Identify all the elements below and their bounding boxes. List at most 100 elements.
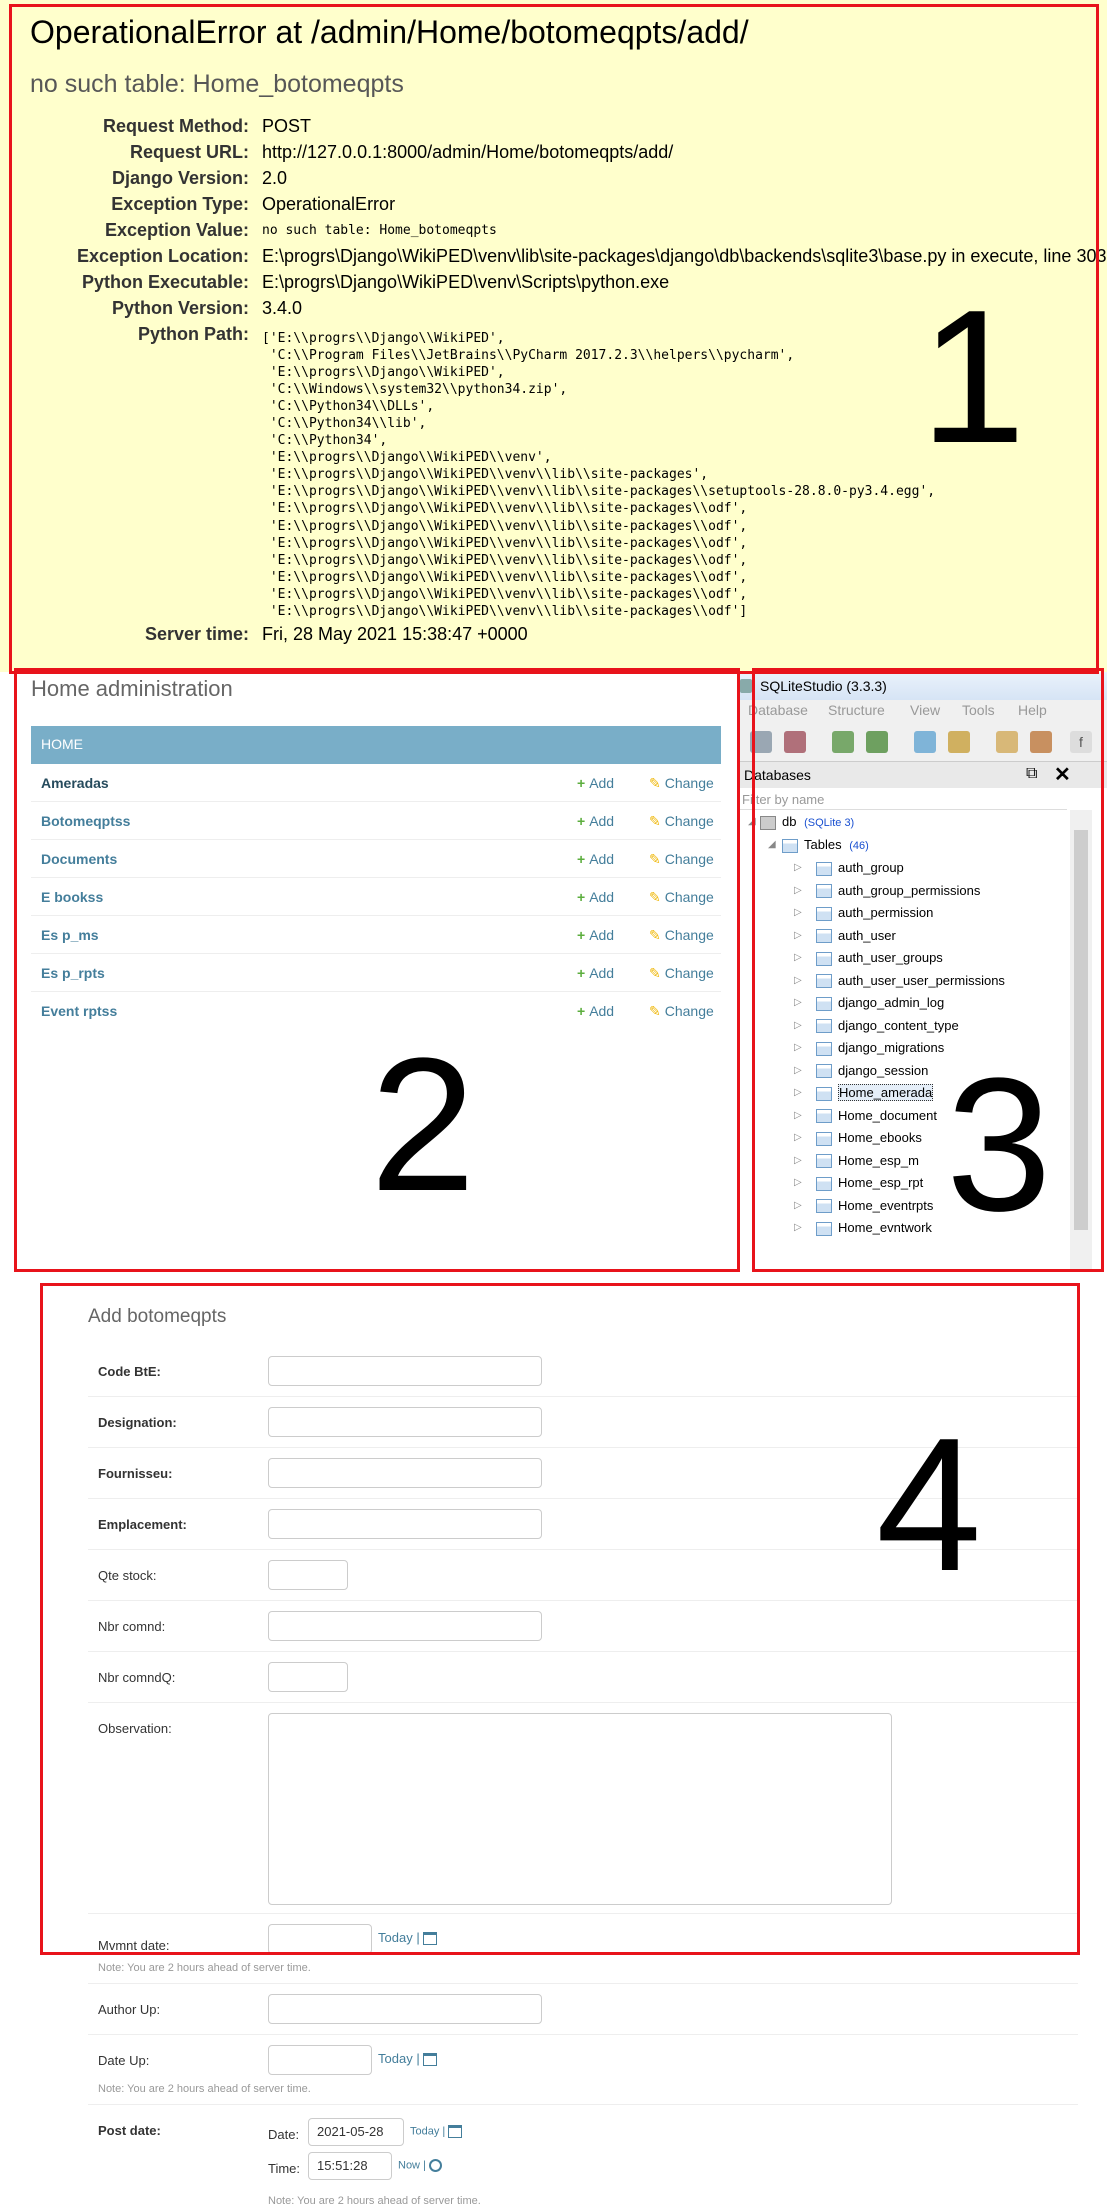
- post-date-input[interactable]: 2021-05-28: [308, 2118, 404, 2146]
- new-table-icon[interactable]: [914, 731, 936, 753]
- scrollbar-thumb[interactable]: [1074, 830, 1088, 1230]
- tree-table-node[interactable]: ▷ Home_evntwork: [794, 1220, 932, 1242]
- new-index-icon[interactable]: [996, 731, 1018, 753]
- tree-table-node[interactable]: ▷ Home_esp_rpt: [794, 1175, 923, 1197]
- expand-arrow-icon[interactable]: ▷: [794, 975, 802, 986]
- designation-input[interactable]: [268, 1407, 542, 1437]
- edit-table-icon[interactable]: [948, 731, 970, 753]
- model-link[interactable]: Es p_rpts: [41, 965, 105, 981]
- expand-arrow-icon[interactable]: ▷: [794, 1065, 802, 1076]
- change-link[interactable]: ✎ Change: [649, 889, 714, 906]
- expand-arrow-icon[interactable]: ▷: [794, 907, 802, 918]
- tree-table-node[interactable]: ▷ auth_group_permissions: [794, 883, 980, 905]
- function-icon[interactable]: f: [1070, 731, 1092, 753]
- collapse-arrow-icon[interactable]: ◢: [768, 839, 776, 850]
- menu-database[interactable]: Database: [748, 702, 808, 718]
- expand-arrow-icon[interactable]: ▷: [794, 1020, 802, 1031]
- menu-tools[interactable]: Tools: [962, 702, 995, 718]
- change-link[interactable]: ✎ Change: [649, 851, 714, 868]
- menu-view[interactable]: View: [910, 702, 940, 718]
- tree-table-node[interactable]: ▷ django_admin_log: [794, 995, 944, 1017]
- add-link[interactable]: + Add: [577, 1003, 614, 1019]
- tree-tables-node[interactable]: ◢ Tables (46): [768, 837, 869, 859]
- collapse-arrow-icon[interactable]: ◢: [748, 816, 756, 827]
- expand-arrow-icon[interactable]: ▷: [794, 952, 802, 963]
- change-link[interactable]: ✎ Change: [649, 927, 714, 944]
- today-link[interactable]: Today |: [378, 1930, 438, 1946]
- tree-db-node[interactable]: ◢ db (SQLite 3): [748, 814, 854, 836]
- close-icon[interactable]: ✕: [1054, 762, 1071, 787]
- tree-table-node[interactable]: ▷ auth_group: [794, 860, 904, 882]
- post-time-input[interactable]: 15:51:28: [308, 2152, 392, 2180]
- calendar-icon[interactable]: [448, 2125, 463, 2138]
- observation-textarea[interactable]: [268, 1713, 892, 1905]
- model-link[interactable]: Ameradas: [41, 775, 109, 791]
- expand-arrow-icon[interactable]: ▷: [794, 1155, 802, 1166]
- model-link[interactable]: Event rptss: [41, 1003, 117, 1019]
- model-link[interactable]: Botomeqptss: [41, 813, 130, 829]
- mvmnt-date-input[interactable]: [268, 1924, 372, 1954]
- connect-db-icon[interactable]: [750, 731, 772, 753]
- expand-arrow-icon[interactable]: ▷: [794, 1042, 802, 1053]
- expand-arrow-icon[interactable]: ▷: [794, 1200, 802, 1211]
- change-link[interactable]: ✎ Change: [649, 965, 714, 982]
- date-up-input[interactable]: [268, 2045, 372, 2075]
- today-link[interactable]: Today |: [410, 2125, 463, 2138]
- filter-input[interactable]: Filter by name: [740, 788, 1067, 810]
- tree-table-node[interactable]: ▷ Home_amerada: [794, 1084, 934, 1107]
- clock-icon[interactable]: [429, 2159, 442, 2172]
- fournisseu-input[interactable]: [268, 1458, 542, 1488]
- calendar-icon[interactable]: [423, 1932, 438, 1946]
- tree-table-node[interactable]: ▷ auth_permission: [794, 905, 933, 927]
- add-link[interactable]: + Add: [577, 927, 614, 943]
- author-up-input[interactable]: [268, 1994, 542, 2024]
- nbr-comndq-input[interactable]: [268, 1662, 348, 1692]
- add-link[interactable]: + Add: [577, 889, 614, 905]
- tree-table-node[interactable]: ▷ django_content_type: [794, 1018, 959, 1040]
- expand-arrow-icon[interactable]: ▷: [794, 930, 802, 941]
- tree-table-node[interactable]: ▷ Home_eventrpts: [794, 1198, 933, 1220]
- import-icon[interactable]: [866, 731, 888, 753]
- export-icon[interactable]: [832, 731, 854, 753]
- add-link[interactable]: + Add: [577, 813, 614, 829]
- menu-structure[interactable]: Structure: [828, 702, 885, 718]
- tree-table-node[interactable]: ▷ auth_user_groups: [794, 950, 943, 972]
- tree-table-node[interactable]: ▷ Home_esp_m: [794, 1153, 919, 1175]
- change-link[interactable]: ✎ Change: [649, 813, 714, 830]
- expand-arrow-icon[interactable]: ▷: [794, 1110, 802, 1121]
- change-link[interactable]: ✎ Change: [649, 1003, 714, 1020]
- tree-table-node[interactable]: ▷ django_migrations: [794, 1040, 944, 1062]
- calendar-icon[interactable]: [423, 2053, 438, 2067]
- disconnect-db-icon[interactable]: [784, 731, 806, 753]
- expand-arrow-icon[interactable]: ▷: [794, 1222, 802, 1233]
- tree-table-node[interactable]: ▷ django_session: [794, 1063, 928, 1085]
- model-link[interactable]: Es p_ms: [41, 927, 99, 943]
- expand-arrow-icon[interactable]: ▷: [794, 862, 802, 873]
- change-link[interactable]: ✎ Change: [649, 775, 714, 792]
- app-caption-home[interactable]: HOME: [31, 726, 721, 764]
- expand-arrow-icon[interactable]: ▷: [794, 1177, 802, 1188]
- qte-stock-input[interactable]: [268, 1560, 348, 1590]
- tree-table-node[interactable]: ▷ auth_user_user_permissions: [794, 973, 1005, 995]
- menu-help[interactable]: Help: [1018, 702, 1047, 718]
- tree-table-node[interactable]: ▷ Home_ebooks: [794, 1130, 922, 1152]
- model-link[interactable]: Documents: [41, 851, 117, 867]
- expand-arrow-icon[interactable]: ▷: [794, 1132, 802, 1143]
- expand-arrow-icon[interactable]: ▷: [794, 885, 802, 896]
- edit-index-icon[interactable]: [1030, 731, 1052, 753]
- add-link[interactable]: + Add: [577, 965, 614, 981]
- now-link[interactable]: Now |: [398, 2159, 442, 2172]
- today-link[interactable]: Today |: [378, 2051, 438, 2067]
- expand-arrow-icon[interactable]: ▷: [794, 997, 802, 1008]
- tree-scrollbar[interactable]: [1070, 810, 1092, 1272]
- add-link[interactable]: + Add: [577, 851, 614, 867]
- model-link[interactable]: E bookss: [41, 889, 103, 905]
- add-link[interactable]: + Add: [577, 775, 614, 791]
- code-bte-input[interactable]: [268, 1356, 542, 1386]
- float-icon[interactable]: ⧉: [1026, 765, 1037, 783]
- nbr-comnd-input[interactable]: [268, 1611, 542, 1641]
- tree-table-node[interactable]: ▷ auth_user: [794, 928, 896, 950]
- expand-arrow-icon[interactable]: ▷: [794, 1087, 802, 1098]
- tree-table-node[interactable]: ▷ Home_document: [794, 1108, 937, 1130]
- emplacement-input[interactable]: [268, 1509, 542, 1539]
